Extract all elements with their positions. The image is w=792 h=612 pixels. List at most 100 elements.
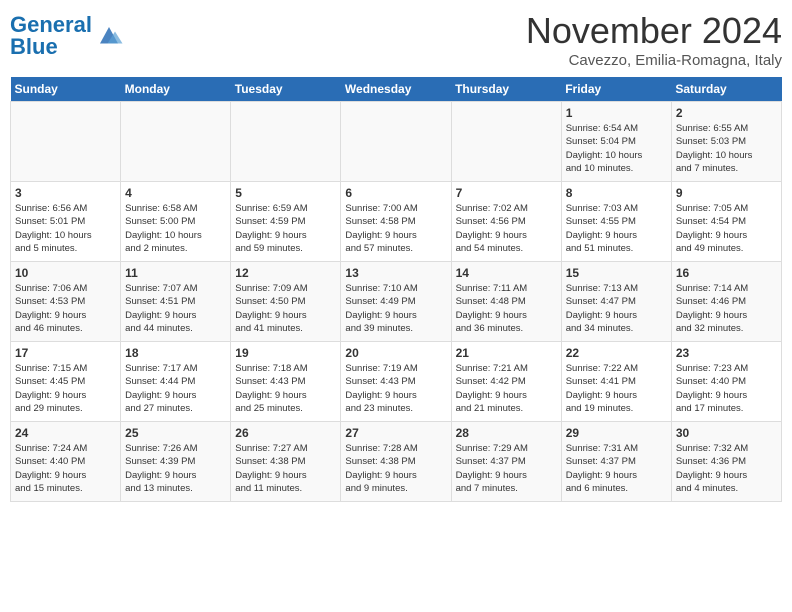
title-area: November 2024 Cavezzo, Emilia-Romagna, I… — [526, 10, 782, 69]
day-number: 16 — [676, 266, 777, 280]
day-number: 7 — [456, 186, 557, 200]
day-header-thursday: Thursday — [451, 77, 561, 102]
calendar-cell: 4 Sunrise: 6:58 AM Sunset: 5:00 PM Daylig… — [121, 182, 231, 262]
day-info: Sunrise: 7:09 AM Sunset: 4:50 PM Dayligh… — [235, 282, 336, 335]
calendar-week-row: 17Sunrise: 7:15 AM Sunset: 4:45 PM Dayli… — [11, 342, 782, 422]
calendar-table: SundayMondayTuesdayWednesdayThursdayFrid… — [10, 77, 782, 502]
calendar-cell: 26 Sunrise: 7:27 AM Sunset: 4:38 PM Dayli… — [231, 422, 341, 502]
calendar-cell — [121, 102, 231, 182]
day-number: 26 — [235, 426, 336, 440]
day-number: 24 — [15, 426, 116, 440]
logo-icon — [94, 21, 124, 51]
calendar-cell: 17Sunrise: 7:15 AM Sunset: 4:45 PM Dayli… — [11, 342, 121, 422]
day-info: Sunrise: 7:17 AM Sunset: 4:44 PM Dayligh… — [125, 362, 226, 415]
calendar-cell: 25 Sunrise: 7:26 AM Sunset: 4:39 PM Dayli… — [121, 422, 231, 502]
calendar-cell: 5 Sunrise: 6:59 AM Sunset: 4:59 PM Daylig… — [231, 182, 341, 262]
day-info: Sunrise: 7:21 AM Sunset: 4:42 PM Dayligh… — [456, 362, 557, 415]
day-info: Sunrise: 7:15 AM Sunset: 4:45 PM Dayligh… — [15, 362, 116, 415]
day-header-monday: Monday — [121, 77, 231, 102]
day-number: 5 — [235, 186, 336, 200]
calendar-cell: 14 Sunrise: 7:11 AM Sunset: 4:48 PM Dayli… — [451, 262, 561, 342]
day-info: Sunrise: 7:02 AM Sunset: 4:56 PM Dayligh… — [456, 202, 557, 255]
day-number: 9 — [676, 186, 777, 200]
day-info: Sunrise: 7:31 AM Sunset: 4:37 PM Dayligh… — [566, 442, 667, 495]
day-info: Sunrise: 7:00 AM Sunset: 4:58 PM Dayligh… — [345, 202, 446, 255]
calendar-body: 1 Sunrise: 6:54 AM Sunset: 5:04 PM Daylig… — [11, 102, 782, 502]
day-number: 19 — [235, 346, 336, 360]
day-info: Sunrise: 7:14 AM Sunset: 4:46 PM Dayligh… — [676, 282, 777, 335]
logo: GeneralBlue — [10, 14, 124, 58]
day-number: 20 — [345, 346, 446, 360]
location-title: Cavezzo, Emilia-Romagna, Italy — [526, 52, 782, 69]
day-number: 11 — [125, 266, 226, 280]
day-info: Sunrise: 7:05 AM Sunset: 4:54 PM Dayligh… — [676, 202, 777, 255]
day-number: 28 — [456, 426, 557, 440]
header: GeneralBlue November 2024 Cavezzo, Emili… — [10, 10, 782, 69]
day-number: 22 — [566, 346, 667, 360]
calendar-cell: 3 Sunrise: 6:56 AM Sunset: 5:01 PM Daylig… — [11, 182, 121, 262]
calendar-cell: 11 Sunrise: 7:07 AM Sunset: 4:51 PM Dayli… — [121, 262, 231, 342]
day-number: 1 — [566, 106, 667, 120]
day-info: Sunrise: 7:18 AM Sunset: 4:43 PM Dayligh… — [235, 362, 336, 415]
day-info: Sunrise: 6:55 AM Sunset: 5:03 PM Dayligh… — [676, 122, 777, 175]
day-header-friday: Friday — [561, 77, 671, 102]
calendar-cell — [341, 102, 451, 182]
day-info: Sunrise: 7:24 AM Sunset: 4:40 PM Dayligh… — [15, 442, 116, 495]
day-header-sunday: Sunday — [11, 77, 121, 102]
day-info: Sunrise: 6:58 AM Sunset: 5:00 PM Dayligh… — [125, 202, 226, 255]
month-title: November 2024 — [526, 10, 782, 52]
day-number: 18 — [125, 346, 226, 360]
calendar-cell: 18 Sunrise: 7:17 AM Sunset: 4:44 PM Dayli… — [121, 342, 231, 422]
calendar-cell: 10Sunrise: 7:06 AM Sunset: 4:53 PM Dayli… — [11, 262, 121, 342]
calendar-cell: 12 Sunrise: 7:09 AM Sunset: 4:50 PM Dayli… — [231, 262, 341, 342]
day-number: 12 — [235, 266, 336, 280]
calendar-cell: 20 Sunrise: 7:19 AM Sunset: 4:43 PM Dayli… — [341, 342, 451, 422]
day-info: Sunrise: 7:23 AM Sunset: 4:40 PM Dayligh… — [676, 362, 777, 415]
calendar-cell: 8Sunrise: 7:03 AM Sunset: 4:55 PM Daylig… — [561, 182, 671, 262]
calendar-week-row: 1 Sunrise: 6:54 AM Sunset: 5:04 PM Daylig… — [11, 102, 782, 182]
day-info: Sunrise: 7:28 AM Sunset: 4:38 PM Dayligh… — [345, 442, 446, 495]
calendar-cell: 19 Sunrise: 7:18 AM Sunset: 4:43 PM Dayli… — [231, 342, 341, 422]
day-info: Sunrise: 7:29 AM Sunset: 4:37 PM Dayligh… — [456, 442, 557, 495]
day-number: 21 — [456, 346, 557, 360]
calendar-week-row: 24 Sunrise: 7:24 AM Sunset: 4:40 PM Dayli… — [11, 422, 782, 502]
day-number: 25 — [125, 426, 226, 440]
day-info: Sunrise: 7:26 AM Sunset: 4:39 PM Dayligh… — [125, 442, 226, 495]
day-number: 4 — [125, 186, 226, 200]
calendar-cell: 16 Sunrise: 7:14 AM Sunset: 4:46 PM Dayli… — [671, 262, 781, 342]
calendar-cell — [451, 102, 561, 182]
day-info: Sunrise: 6:59 AM Sunset: 4:59 PM Dayligh… — [235, 202, 336, 255]
calendar-cell — [231, 102, 341, 182]
calendar-cell: 22Sunrise: 7:22 AM Sunset: 4:41 PM Dayli… — [561, 342, 671, 422]
day-info: Sunrise: 7:27 AM Sunset: 4:38 PM Dayligh… — [235, 442, 336, 495]
day-header-tuesday: Tuesday — [231, 77, 341, 102]
day-header-saturday: Saturday — [671, 77, 781, 102]
calendar-cell — [11, 102, 121, 182]
day-info: Sunrise: 7:11 AM Sunset: 4:48 PM Dayligh… — [456, 282, 557, 335]
day-number: 30 — [676, 426, 777, 440]
calendar-cell: 30 Sunrise: 7:32 AM Sunset: 4:36 PM Dayli… — [671, 422, 781, 502]
day-info: Sunrise: 7:32 AM Sunset: 4:36 PM Dayligh… — [676, 442, 777, 495]
calendar-week-row: 3 Sunrise: 6:56 AM Sunset: 5:01 PM Daylig… — [11, 182, 782, 262]
day-number: 14 — [456, 266, 557, 280]
calendar-cell: 28 Sunrise: 7:29 AM Sunset: 4:37 PM Dayli… — [451, 422, 561, 502]
day-header-wednesday: Wednesday — [341, 77, 451, 102]
logo-text: GeneralBlue — [10, 14, 92, 58]
calendar-cell: 13Sunrise: 7:10 AM Sunset: 4:49 PM Dayli… — [341, 262, 451, 342]
day-number: 3 — [15, 186, 116, 200]
page-container: GeneralBlue November 2024 Cavezzo, Emili… — [10, 10, 782, 502]
calendar-cell: 15Sunrise: 7:13 AM Sunset: 4:47 PM Dayli… — [561, 262, 671, 342]
day-info: Sunrise: 6:54 AM Sunset: 5:04 PM Dayligh… — [566, 122, 667, 175]
calendar-week-row: 10Sunrise: 7:06 AM Sunset: 4:53 PM Dayli… — [11, 262, 782, 342]
calendar-cell: 1 Sunrise: 6:54 AM Sunset: 5:04 PM Daylig… — [561, 102, 671, 182]
day-info: Sunrise: 6:56 AM Sunset: 5:01 PM Dayligh… — [15, 202, 116, 255]
day-number: 15 — [566, 266, 667, 280]
day-info: Sunrise: 7:19 AM Sunset: 4:43 PM Dayligh… — [345, 362, 446, 415]
calendar-cell: 23Sunrise: 7:23 AM Sunset: 4:40 PM Dayli… — [671, 342, 781, 422]
calendar-cell: 29 Sunrise: 7:31 AM Sunset: 4:37 PM Dayli… — [561, 422, 671, 502]
day-info: Sunrise: 7:07 AM Sunset: 4:51 PM Dayligh… — [125, 282, 226, 335]
day-number: 27 — [345, 426, 446, 440]
day-number: 2 — [676, 106, 777, 120]
calendar-cell: 24 Sunrise: 7:24 AM Sunset: 4:40 PM Dayli… — [11, 422, 121, 502]
day-number: 29 — [566, 426, 667, 440]
